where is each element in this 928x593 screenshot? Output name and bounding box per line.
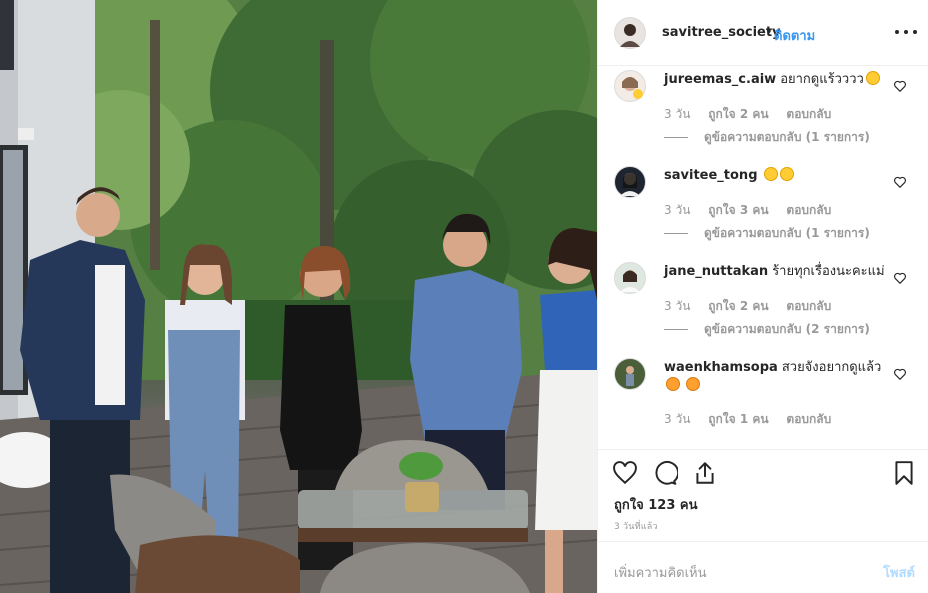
comment-body: สวยจังอยากดูแล้ว [781,360,882,375]
commenter-avatar[interactable] [614,166,646,198]
comment-input[interactable]: เพิ่มความคิดเห็น [614,562,707,583]
follow-button[interactable]: ติดตาม [774,25,815,46]
post-comment-button[interactable]: โพสต์ [883,562,915,583]
commenter-avatar[interactable] [614,262,646,294]
comment-text: jureemas_c.aiw อยากดูแร้วววว [664,71,894,89]
comment-text: waenkhamsopa สวยจังอยากดูแล้ว [664,359,894,395]
comment-text: savitee_tong [664,167,894,185]
more-dot [904,30,908,34]
comment-username[interactable]: jane_nuttakan [664,264,768,279]
post-photo[interactable] [0,0,597,593]
comment-age: 3 วัน [664,299,691,313]
thread-line [664,137,688,138]
comments-list[interactable]: jureemas_c.aiw อยากดูแร้วววว 3 วัน ถูกใจ … [598,67,928,448]
comment-like-heart-icon[interactable] [893,367,907,381]
comment-username[interactable]: savitee_tong [664,168,758,183]
post-side-panel: savitree_society • ติดตาม jureemas_c.aiw… [597,0,928,593]
commenter-avatar[interactable] [614,70,646,102]
post-timestamp[interactable]: 3 วันที่แล้ว [614,519,658,533]
add-comment-bar: เพิ่มความคิดเห็น โพสต์ [598,541,928,593]
comment-meta: 3 วัน ถูกใจ 2 คน ตอบกลับ [664,297,845,316]
comment-body: ร้ายทุกเรื่องนะคะแม่ [772,264,885,279]
author-avatar[interactable] [614,17,646,49]
commenter-avatar[interactable] [614,358,646,390]
more-dot [913,30,917,34]
author-username[interactable]: savitree_society [662,25,781,40]
comment-meta: 3 วัน ถูกใจ 2 คน ตอบกลับ [664,105,845,124]
comment-bubble-icon[interactable] [652,460,678,486]
comment-age: 3 วัน [664,203,691,217]
thread-line [664,329,688,330]
comment-reply-button[interactable]: ตอบกลับ [786,412,831,426]
post-actions: ถูกใจ 123 คน 3 วันที่แล้ว [598,449,928,541]
comment-reply-button[interactable]: ตอบกลับ [786,107,831,121]
share-icon[interactable] [692,460,718,486]
comment-like-heart-icon[interactable] [893,271,907,285]
comment-text: jane_nuttakan ร้ายทุกเรื่องนะคะแม่ [664,263,894,281]
comment-meta: 3 วัน ถูกใจ 1 คน ตอบกลับ [664,410,845,429]
view-replies-link[interactable]: ดูข้อความตอบกลับ (1 รายการ) [664,224,870,243]
comment-reply-button[interactable]: ตอบกลับ [786,299,831,313]
comment-meta: 3 วัน ถูกใจ 3 คน ตอบกลับ [664,201,845,220]
comment-likes[interactable]: ถูกใจ 3 คน [708,203,768,217]
star-struck-icon [666,377,680,391]
comment-age: 3 วัน [664,412,691,426]
likes-count[interactable]: ถูกใจ 123 คน [614,494,697,515]
comment-likes[interactable]: ถูกใจ 1 คน [708,412,768,426]
comment-reply-button[interactable]: ตอบกลับ [786,203,831,217]
header-separator: • [765,25,773,40]
view-replies-link[interactable]: ดูข้อความตอบกลับ (2 รายการ) [664,320,870,339]
heart-icon[interactable] [612,460,638,486]
comment-likes[interactable]: ถูกใจ 2 คน [708,299,768,313]
view-replies-label: ดูข้อความตอบกลับ (1 รายการ) [704,130,870,144]
bookmark-icon[interactable] [891,460,917,486]
post-photo-illustration [0,0,597,593]
post-header: savitree_society • ติดตาม [598,0,928,66]
comment-username[interactable]: waenkhamsopa [664,360,778,375]
comment-like-heart-icon[interactable] [893,175,907,189]
star-struck-icon [686,377,701,391]
view-replies-link[interactable]: ดูข้อความตอบกลับ (1 รายการ) [664,128,870,147]
comment-body: อยากดูแร้วววว [780,72,864,87]
view-replies-label: ดูข้อความตอบกลับ (2 รายการ) [704,322,870,336]
tongue-face-icon [779,167,794,181]
comment-age: 3 วัน [664,107,691,121]
view-replies-label: ดูข้อความตอบกลับ (1 รายการ) [704,226,870,240]
thread-line [664,233,688,234]
comment-likes[interactable]: ถูกใจ 2 คน [708,107,768,121]
grinning-face-icon [865,71,880,85]
more-options-icon[interactable] [895,22,917,42]
more-dot [895,30,899,34]
tongue-face-icon [763,167,778,181]
comment-like-heart-icon[interactable] [893,79,907,93]
comment-username[interactable]: jureemas_c.aiw [664,72,776,87]
